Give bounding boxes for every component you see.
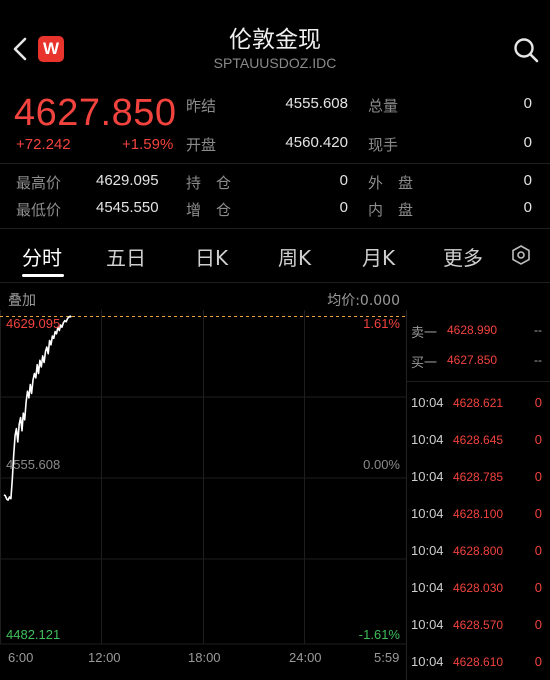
stat-value-high: 4629.095	[96, 172, 159, 189]
x-tick: 12:00	[88, 650, 121, 665]
stat-label-high: 最高价	[16, 174, 62, 192]
trade-time: 10:04	[411, 395, 444, 410]
trade-volume: 0	[534, 395, 542, 410]
stat-value-current-lot: 0	[523, 134, 532, 151]
divider	[0, 228, 550, 229]
trade-time: 10:04	[411, 654, 444, 669]
trade-volume: 0	[534, 654, 542, 669]
divider	[0, 163, 550, 164]
stat-value-total-volume: 0	[523, 95, 532, 112]
x-tick: 24:00	[289, 650, 322, 665]
bid-label: 买一	[411, 356, 438, 371]
tab-five-day[interactable]: 五日	[106, 242, 146, 271]
trade-price: 4628.621	[453, 396, 504, 410]
stat-label-total-volume: 总量	[368, 97, 399, 115]
order-book-panel: 卖一 4628.990 -- 买一 4627.850 -- 10:04 4628…	[406, 310, 550, 680]
symbol-code: SPTAUUSDOZ.IDC	[213, 55, 337, 71]
trade-price: 4628.800	[453, 544, 504, 558]
trade-time: 10:04	[411, 617, 444, 632]
pct-axis-mid: 0.00%	[363, 457, 400, 472]
settings-icon[interactable]	[510, 244, 532, 266]
price-change-percent: +1.59%	[122, 136, 174, 153]
tab-daily-k[interactable]: 日K	[195, 242, 228, 271]
trade-volume: 0	[534, 432, 542, 447]
tab-more[interactable]: 更多	[443, 242, 483, 271]
active-tab-indicator	[22, 274, 64, 277]
trade-time: 10:04	[411, 580, 444, 595]
stat-label-inner-disk: 内 盘	[368, 201, 414, 219]
ask-volume: --	[534, 323, 542, 337]
average-price-label: 均价:0.000	[327, 293, 400, 309]
last-price: 4627.850	[14, 92, 177, 134]
y-axis-mid: 4555.608	[6, 457, 61, 472]
price-change: +72.242	[16, 136, 71, 153]
x-tick: 6:00	[8, 650, 34, 665]
trade-price: 4628.610	[453, 655, 504, 669]
overlay-button[interactable]: 叠加	[8, 290, 36, 310]
trade-volume: 0	[534, 580, 542, 595]
trade-price: 4628.030	[453, 581, 504, 595]
trade-volume: 0	[534, 469, 542, 484]
stat-value-prev-settle: 4555.608	[285, 95, 348, 112]
header: W 伦敦金现 SPTAUUSDOZ.IDC	[0, 0, 550, 84]
trade-time: 10:04	[411, 432, 444, 447]
trade-price: 4628.785	[453, 470, 504, 484]
stat-value-open: 4560.420	[285, 134, 348, 151]
y-axis-max: 4629.095	[6, 316, 61, 331]
stat-label-current-lot: 现手	[368, 136, 399, 154]
intraday-chart[interactable]	[0, 310, 406, 656]
page-title: 伦敦金现	[229, 27, 321, 53]
trade-time: 10:04	[411, 469, 444, 484]
stat-value-inner-disk: 0	[523, 199, 532, 216]
pct-axis-min: -1.61%	[358, 627, 400, 642]
search-icon[interactable]	[512, 36, 540, 64]
pct-axis-max: 1.61%	[363, 316, 400, 331]
stat-label-open: 开盘	[186, 136, 217, 154]
y-axis-min: 4482.121	[6, 627, 61, 642]
trade-volume: 0	[534, 617, 542, 632]
x-tick: 18:00	[188, 650, 221, 665]
trade-volume: 0	[534, 543, 542, 558]
trade-price: 4628.100	[453, 507, 504, 521]
stat-value-outer-disk: 0	[523, 172, 532, 189]
divider	[407, 381, 550, 382]
stat-value-low: 4545.550	[96, 199, 159, 216]
divider	[0, 282, 550, 283]
stat-label-oi-change: 增 仓	[186, 201, 232, 219]
trade-time: 10:04	[411, 506, 444, 521]
tab-weekly-k[interactable]: 周K	[278, 242, 311, 271]
price-series-line	[3, 315, 72, 501]
ask-price: 4628.990	[447, 323, 498, 337]
tab-intraday[interactable]: 分时	[22, 242, 62, 271]
stat-label-low: 最低价	[16, 201, 62, 219]
bid-volume: --	[534, 353, 542, 367]
trade-time: 10:04	[411, 543, 444, 558]
period-tabs: 分时 五日 日K 周K 月K 更多	[0, 236, 550, 278]
stat-label-prev-settle: 昨结	[186, 97, 217, 115]
bid-price: 4627.850	[447, 353, 498, 367]
tab-monthly-k[interactable]: 月K	[362, 242, 395, 271]
ask-label: 卖一	[411, 326, 438, 341]
stat-label-open-interest: 持 仓	[186, 174, 232, 192]
trade-price: 4628.645	[453, 433, 504, 447]
trade-volume: 0	[534, 506, 542, 521]
x-tick: 5:59	[374, 650, 400, 665]
stat-value-oi-change: 0	[339, 199, 348, 216]
stat-label-outer-disk: 外 盘	[368, 174, 414, 192]
trade-price: 4628.570	[453, 618, 504, 632]
stat-value-open-interest: 0	[339, 172, 348, 189]
